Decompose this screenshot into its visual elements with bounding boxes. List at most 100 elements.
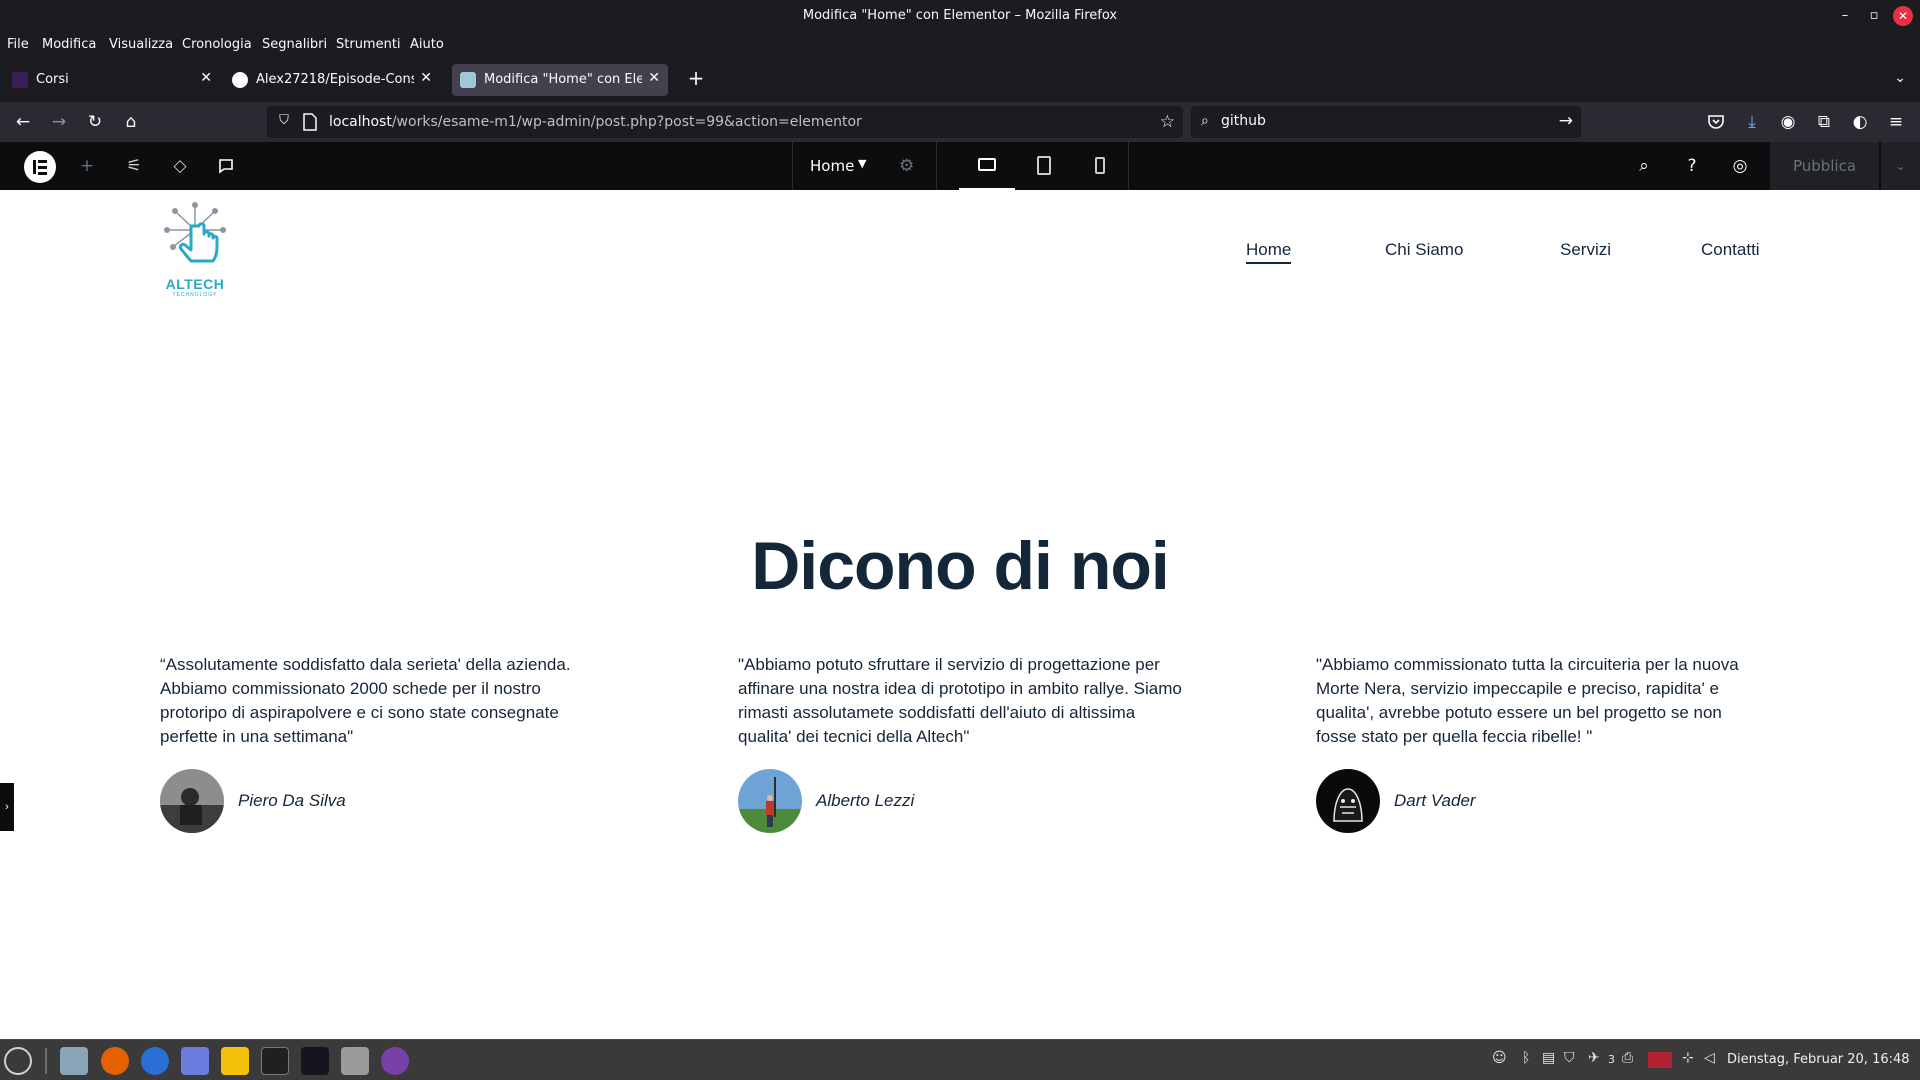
minimize-icon[interactable]: –: [1835, 6, 1855, 26]
thunderbird-icon[interactable]: [141, 1047, 169, 1075]
panel-toggle-chevron-icon[interactable]: ›: [0, 783, 14, 831]
tab-github[interactable]: Alex27218/Episode-Conseg ✕: [224, 64, 440, 96]
testimonial-card[interactable]: "Abbiamo commissionato tutta la circuite…: [1316, 653, 1766, 833]
forward-icon[interactable]: →: [47, 110, 71, 134]
pocket-icon[interactable]: [1704, 110, 1728, 134]
new-tab-icon[interactable]: +: [684, 66, 708, 90]
testimonial-author: Piero Da Silva: [160, 769, 600, 833]
menu-aiuto[interactable]: Aiuto: [410, 37, 444, 52]
search-bar[interactable]: ⌕ →: [1191, 106, 1581, 138]
tab-strip: Corsi ✕ Alex27218/Episode-Conseg ✕ Modif…: [0, 58, 1920, 102]
nav-chi-siamo[interactable]: Chi Siamo: [1385, 240, 1463, 260]
updates-icon[interactable]: ✈: [1588, 1050, 1600, 1066]
address-bar[interactable]: ⛉ localhost/works/esame-m1/wp-admin/post…: [267, 106, 1183, 138]
nav-home[interactable]: Home: [1246, 240, 1292, 264]
logo-subtext: TECHNOLOGY: [172, 292, 218, 298]
tablet-icon: [1037, 156, 1051, 175]
extensions-icon[interactable]: ⧉: [1812, 110, 1836, 134]
menu-file[interactable]: File: [7, 37, 29, 52]
testimonial-quote: “Assolutamente soddisfatto dala serieta'…: [160, 655, 571, 746]
tab-label: Modifica "Home" con Eleme: [484, 72, 642, 87]
menu-cronologia[interactable]: Cronologia: [182, 37, 252, 52]
tracking-protection-icon[interactable]: ⛉: [275, 113, 293, 131]
desktop-device-button[interactable]: [959, 142, 1015, 190]
menu-strumenti[interactable]: Strumenti: [336, 37, 401, 52]
avatar: [160, 769, 224, 833]
tablet-device-button[interactable]: [1016, 142, 1072, 190]
close-tab-icon[interactable]: ✕: [200, 70, 212, 86]
shield-icon[interactable]: ⛉: [1564, 1050, 1575, 1066]
webstorm-icon[interactable]: [301, 1047, 329, 1075]
page-info-icon[interactable]: [303, 113, 317, 131]
back-icon[interactable]: ←: [11, 110, 35, 134]
elementor-logo-icon[interactable]: [24, 151, 56, 183]
publish-options-chevron-icon[interactable]: ⌄: [1880, 142, 1920, 190]
navigation-toolbar: ← → ↻ ⌂ ⛉ localhost/works/esame-m1/wp-ad…: [0, 102, 1920, 142]
bookmark-star-icon[interactable]: ☆: [1160, 112, 1175, 132]
tab-corsi[interactable]: Corsi ✕: [4, 64, 220, 96]
testimonial-author: Dart Vader: [1316, 769, 1756, 833]
finder-search-icon[interactable]: ⌕: [1632, 154, 1656, 178]
nav-contatti[interactable]: Contatti: [1701, 240, 1760, 260]
github-desktop-icon[interactable]: [381, 1047, 409, 1075]
document-name: Home: [810, 157, 855, 175]
clock[interactable]: Dienstag, Februar 20, 16:48: [1727, 1052, 1910, 1067]
mobile-device-button[interactable]: [1072, 142, 1128, 190]
mobile-icon: [1095, 157, 1105, 174]
author-name: Piero Da Silva: [238, 791, 346, 810]
downloads-icon[interactable]: ⤓: [1740, 110, 1764, 134]
desktop-icon: [978, 158, 996, 171]
structure-icon[interactable]: ◇: [168, 154, 192, 178]
home-icon[interactable]: ⌂: [119, 110, 143, 134]
terminal-icon[interactable]: [261, 1047, 289, 1075]
preview-eye-icon[interactable]: ◎: [1728, 154, 1752, 178]
volume-icon[interactable]: ◁: [1704, 1050, 1715, 1066]
network-icon[interactable]: ⊹: [1682, 1050, 1694, 1066]
notes-icon[interactable]: [214, 154, 238, 178]
page-canvas: ALTECH TECHNOLOGY Home Chi Siamo Servizi…: [0, 190, 1920, 1039]
document-selector[interactable]: Home ▼ ⚙: [792, 142, 936, 190]
site-settings-icon[interactable]: ⚟: [122, 154, 146, 178]
updates-count: 3: [1608, 1053, 1615, 1066]
keyboard-layout-flag-icon[interactable]: [1648, 1052, 1672, 1068]
firefox-icon[interactable]: [101, 1047, 129, 1075]
help-icon[interactable]: ?: [1680, 154, 1704, 178]
publish-button[interactable]: Pubblica: [1770, 142, 1879, 190]
nav-servizi[interactable]: Servizi: [1560, 240, 1611, 260]
extension-icon[interactable]: ◐: [1848, 110, 1872, 134]
settings-icon[interactable]: [341, 1047, 369, 1075]
menu-visualizza[interactable]: Visualizza: [109, 37, 173, 52]
section-heading[interactable]: Dicono di noi: [0, 527, 1920, 605]
search-input[interactable]: [1221, 113, 1541, 129]
add-element-icon[interactable]: +: [75, 154, 99, 178]
mint-menu-icon[interactable]: [4, 1047, 32, 1075]
logo-text: ALTECH: [165, 276, 225, 292]
account-icon[interactable]: ◉: [1776, 110, 1800, 134]
search-go-icon[interactable]: →: [1559, 111, 1573, 131]
calculator-icon[interactable]: [221, 1047, 249, 1075]
maximize-icon[interactable]: ▫: [1864, 6, 1884, 26]
bluetooth-icon[interactable]: ᛒ: [1522, 1050, 1530, 1066]
list-all-tabs-icon[interactable]: ⌄: [1894, 70, 1906, 86]
testimonial-card[interactable]: “Assolutamente soddisfatto dala serieta'…: [160, 653, 610, 833]
hamburger-menu-icon[interactable]: ≡: [1884, 110, 1908, 134]
close-window-icon[interactable]: ✕: [1893, 6, 1913, 26]
tab-elementor[interactable]: Modifica "Home" con Eleme ✕: [452, 64, 668, 96]
menu-segnalibri[interactable]: Segnalibri: [262, 37, 327, 52]
github-icon: [232, 72, 248, 88]
tab-label: Alex27218/Episode-Conseg: [256, 72, 414, 87]
taskbar: ☺ ᛒ ▤ ⛉ ✈ 3 ⎙ ⊹ ◁ Dienstag, Februar 20, …: [0, 1039, 1920, 1080]
reload-icon[interactable]: ↻: [83, 110, 107, 134]
clipboard-icon[interactable]: ▤: [1542, 1050, 1555, 1066]
page-settings-icon[interactable]: ⚙: [899, 156, 914, 176]
avatar: [738, 769, 802, 833]
close-tab-icon[interactable]: ✕: [420, 70, 432, 86]
discord-icon[interactable]: ☺: [1492, 1050, 1507, 1066]
close-tab-icon[interactable]: ✕: [648, 70, 660, 86]
screenshot-icon[interactable]: [181, 1047, 209, 1075]
files-icon[interactable]: [60, 1047, 88, 1075]
menu-modifica[interactable]: Modifica: [42, 37, 96, 52]
site-logo[interactable]: ALTECH TECHNOLOGY: [158, 200, 232, 298]
printer-icon[interactable]: ⎙: [1622, 1050, 1633, 1066]
testimonial-card[interactable]: "Abbiamo potuto sfruttare il servizio di…: [738, 653, 1188, 833]
